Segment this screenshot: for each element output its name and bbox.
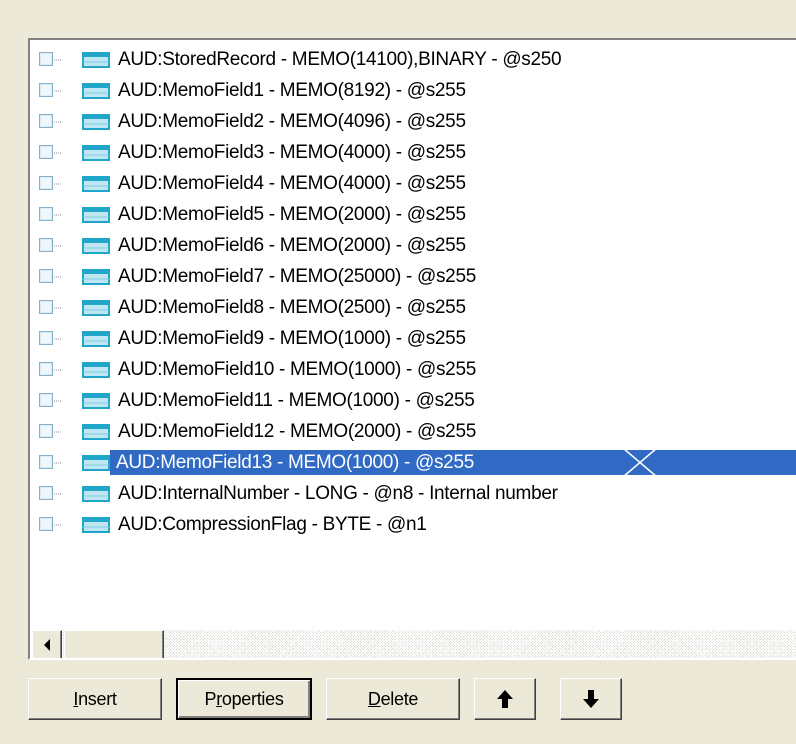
field-icon — [82, 269, 110, 285]
field-icon — [82, 486, 110, 502]
tree-row[interactable]: AUD:MemoField8 - MEMO(2500) - @s255 — [30, 292, 796, 323]
field-list-panel: AUD:StoredRecord - MEMO(14100),BINARY - … — [0, 0, 796, 744]
field-icon — [82, 83, 110, 99]
tree-row-label: AUD:MemoField7 - MEMO(25000) - @s255 — [118, 266, 476, 287]
tree-row-label: AUD:MemoField6 - MEMO(2000) - @s255 — [118, 235, 466, 256]
insert-button[interactable]: Insert — [28, 678, 162, 720]
tree-node-icon — [39, 176, 62, 190]
tree-row-label: AUD:MemoField12 - MEMO(2000) - @s255 — [118, 421, 476, 442]
tree-row[interactable]: AUD:CompressionFlag - BYTE - @n1 — [30, 509, 796, 540]
tree-row[interactable]: AUD:MemoField6 - MEMO(2000) - @s255 — [30, 230, 796, 261]
delete-label: elete — [380, 688, 419, 709]
tree-node-icon — [39, 52, 62, 66]
tree-node-icon — [39, 207, 62, 221]
tree-node-icon — [39, 393, 62, 407]
field-icon — [82, 424, 110, 440]
scroll-thumb[interactable] — [64, 630, 164, 658]
tree-node-icon — [39, 486, 62, 500]
tree-node-icon — [39, 114, 62, 128]
field-icon — [82, 517, 110, 533]
scroll-left-button[interactable] — [32, 630, 62, 658]
delete-button[interactable]: Delete — [326, 678, 460, 720]
tree-node-icon — [39, 331, 62, 345]
tree-row[interactable]: AUD:MemoField3 - MEMO(4000) - @s255 — [30, 137, 796, 168]
tree-row-label: AUD:MemoField3 - MEMO(4000) - @s255 — [118, 142, 466, 163]
properties-label-prefix: P — [204, 688, 217, 709]
tree-row-label: AUD:CompressionFlag - BYTE - @n1 — [118, 514, 427, 535]
field-icon — [82, 145, 110, 161]
properties-button[interactable]: Properties — [176, 678, 312, 720]
tree-row-label: AUD:MemoField13 - MEMO(1000) - @s255 — [110, 450, 796, 475]
tree-row[interactable]: AUD:MemoField9 - MEMO(1000) - @s255 — [30, 323, 796, 354]
tree-node-icon — [39, 424, 62, 438]
tree-node-icon — [39, 145, 62, 159]
field-icon — [82, 300, 110, 316]
tree-node-icon — [39, 269, 62, 283]
tree-row-label: AUD:MemoField2 - MEMO(4096) - @s255 — [118, 111, 466, 132]
down-arrow-icon — [583, 690, 599, 708]
tree-row[interactable]: AUD:InternalNumber - LONG - @n8 - Intern… — [30, 478, 796, 509]
tree-row-label: AUD:MemoField8 - MEMO(2500) - @s255 — [118, 297, 466, 318]
tree-row-label: AUD:StoredRecord - MEMO(14100),BINARY - … — [118, 49, 562, 70]
tree-node-icon — [39, 300, 62, 314]
field-icon — [82, 238, 110, 254]
tree-row[interactable]: AUD:MemoField1 - MEMO(8192) - @s255 — [30, 75, 796, 106]
field-icon — [82, 176, 110, 192]
tree-row-label: AUD:InternalNumber - LONG - @n8 - Intern… — [118, 483, 558, 504]
move-up-button[interactable] — [474, 678, 536, 720]
tree-row[interactable]: AUD:MemoField11 - MEMO(1000) - @s255 — [30, 385, 796, 416]
tree-row-label: AUD:MemoField11 - MEMO(1000) - @s255 — [118, 390, 475, 411]
tree-row-label: AUD:MemoField4 - MEMO(4000) - @s255 — [118, 173, 466, 194]
tree-node-icon — [39, 238, 62, 252]
field-icon — [82, 455, 110, 471]
tree-row[interactable]: AUD:MemoField7 - MEMO(25000) - @s255 — [30, 261, 796, 292]
tree-node-icon — [39, 455, 62, 469]
field-icon — [82, 393, 110, 409]
delete-mnemonic: D — [367, 688, 381, 709]
tree-row[interactable]: AUD:StoredRecord - MEMO(14100),BINARY - … — [30, 44, 796, 75]
tree-row-label: AUD:MemoField1 - MEMO(8192) - @s255 — [118, 80, 466, 101]
tree-row[interactable]: AUD:MemoField10 - MEMO(1000) - @s255 — [30, 354, 796, 385]
tree-row[interactable]: AUD:MemoField2 - MEMO(4096) - @s255 — [30, 106, 796, 137]
up-arrow-icon — [497, 690, 513, 708]
fields-tree-view[interactable]: AUD:StoredRecord - MEMO(14100),BINARY - … — [28, 38, 796, 660]
tree-row[interactable]: AUD:MemoField4 - MEMO(4000) - @s255 — [30, 168, 796, 199]
tree-row-label: AUD:MemoField10 - MEMO(1000) - @s255 — [118, 359, 476, 380]
tree-row[interactable]: AUD:MemoField5 - MEMO(2000) - @s255 — [30, 199, 796, 230]
tree-row[interactable]: AUD:MemoField13 - MEMO(1000) - @s255 — [30, 447, 796, 478]
horizontal-scrollbar[interactable] — [32, 630, 796, 658]
field-icon — [82, 114, 110, 130]
field-icon — [82, 331, 110, 347]
scroll-left-arrow-icon — [44, 639, 50, 651]
tree-node-icon — [39, 362, 62, 376]
properties-label: operties — [221, 688, 284, 709]
field-icon — [82, 362, 110, 378]
tree-row-label: AUD:MemoField5 - MEMO(2000) - @s255 — [118, 204, 466, 225]
field-icon — [82, 52, 110, 68]
insert-label: nsert — [78, 688, 117, 709]
tree-row-label: AUD:MemoField9 - MEMO(1000) - @s255 — [118, 328, 466, 349]
move-down-button[interactable] — [560, 678, 622, 720]
tree-rows: AUD:StoredRecord - MEMO(14100),BINARY - … — [30, 44, 796, 540]
tree-node-icon — [39, 83, 62, 97]
tree-row[interactable]: AUD:MemoField12 - MEMO(2000) - @s255 — [30, 416, 796, 447]
drag-cursor-icon — [622, 447, 658, 478]
field-icon — [82, 207, 110, 223]
tree-node-icon — [39, 517, 62, 531]
